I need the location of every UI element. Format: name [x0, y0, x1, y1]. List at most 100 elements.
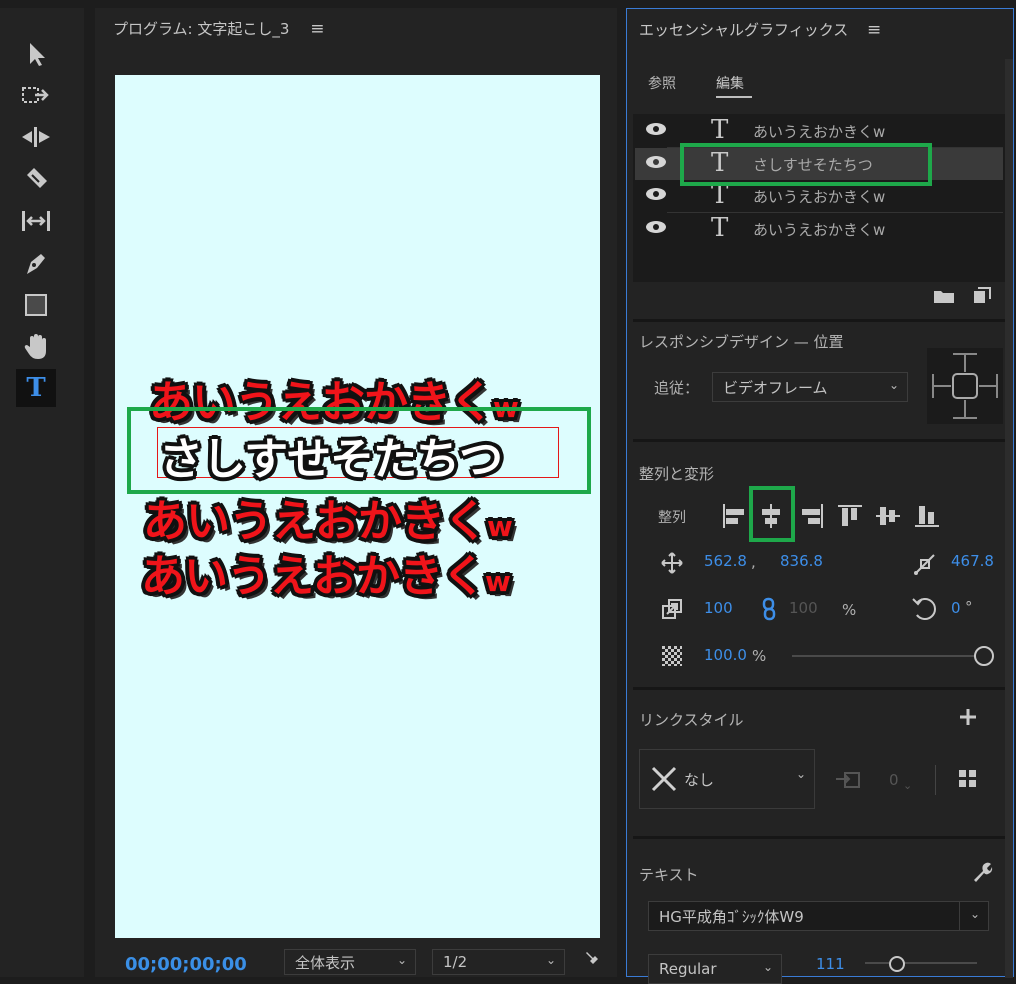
resolution-dropdown[interactable]: 1/2 ⌄	[432, 949, 565, 975]
wrench-icon[interactable]	[971, 861, 993, 887]
align-left-icon[interactable]	[721, 503, 747, 533]
font-size-slider-thumb[interactable]	[889, 956, 905, 972]
panel-title: エッセンシャルグラフィックス ≡	[639, 19, 881, 40]
follow-value: ビデオフレーム	[723, 378, 828, 397]
highlight-box-layer	[680, 143, 932, 186]
push-style-icon[interactable]	[835, 767, 861, 795]
caption-line-4[interactable]: あいうえおかきくw	[141, 540, 511, 604]
follow-dropdown[interactable]: ビデオフレーム ⌄	[712, 372, 908, 402]
anchor-point-icon	[913, 552, 937, 580]
scale-unit: %	[842, 601, 857, 619]
opacity-slider-track[interactable]	[792, 655, 984, 657]
opacity-value[interactable]: 100.0	[704, 646, 747, 664]
eye-icon[interactable]	[645, 187, 667, 201]
ripple-edit-icon[interactable]	[18, 119, 54, 155]
hand-icon[interactable]	[18, 329, 54, 365]
text-heading: テキスト	[639, 866, 699, 884]
position-y-value[interactable]: 836.8	[780, 552, 823, 570]
none-x-icon	[651, 766, 677, 792]
active-tab-underline	[716, 96, 752, 98]
chevron-down-icon: ⌄	[795, 767, 806, 781]
toolbar-divider	[935, 765, 936, 795]
chevron-down-icon[interactable]: ⌄	[903, 779, 912, 792]
panel-menu-icon[interactable]: ≡	[310, 19, 324, 39]
align-top-icon[interactable]	[837, 503, 863, 533]
video-canvas[interactable]: あいうえおかきくw さしすせそたちつ あいうえおかきくw あいうえおかきくw	[115, 75, 600, 938]
position-separator: ,	[751, 553, 756, 571]
align-bottom-icon[interactable]	[914, 503, 940, 533]
font-family-value: HG平成角ｺﾞｼｯｸ体W9	[659, 907, 804, 926]
new-folder-icon[interactable]	[933, 288, 955, 308]
link-style-heading: リンクスタイル	[639, 711, 744, 729]
anchor-value[interactable]: 467.8	[951, 552, 994, 570]
eye-icon[interactable]	[645, 122, 667, 136]
align-vertical-center-icon[interactable]	[875, 503, 901, 533]
layer-name: あいうえおかきくw	[753, 188, 886, 206]
text-layer-icon: T	[711, 115, 729, 145]
fit-dropdown[interactable]: 全体表示 ⌄	[284, 949, 416, 975]
layer-row[interactable]: T あいうえおかきくw	[635, 213, 1003, 245]
selection-tool-icon[interactable]	[18, 36, 54, 72]
slip-icon[interactable]	[18, 203, 54, 239]
essential-graphics-panel: エッセンシャルグラフィックス ≡ 参照 編集 T あいうえおかきくw T さしす…	[626, 8, 1014, 984]
pen-icon[interactable]	[18, 245, 54, 281]
scale-linked-value: 100	[789, 599, 818, 617]
rectangle-icon[interactable]	[18, 287, 54, 323]
eye-icon[interactable]	[645, 220, 667, 234]
position-x-value[interactable]: 562.8	[704, 552, 747, 570]
razor-icon[interactable]	[18, 161, 54, 197]
opacity-unit: %	[752, 647, 767, 665]
responsive-heading: レスポンシブデザイン — 位置	[639, 333, 844, 351]
plus-icon[interactable]	[959, 708, 977, 730]
chevron-down-icon: ⌄	[545, 953, 556, 967]
tools-panel: T	[0, 8, 84, 977]
track-select-icon[interactable]	[18, 77, 54, 113]
caption-suffix: w	[487, 510, 513, 543]
tab-browse[interactable]: 参照	[648, 73, 676, 93]
caption-suffix: w	[485, 565, 511, 598]
caption-text: あいうえおかきく	[141, 551, 486, 602]
align-right-icon[interactable]	[799, 503, 825, 533]
chevron-down-icon: ⌄	[888, 378, 899, 392]
font-style-value: Regular	[659, 960, 717, 978]
align-heading: 整列と変形	[639, 465, 715, 483]
dropdown-divider	[959, 902, 960, 930]
font-style-dropdown[interactable]: Regular ⌄	[648, 954, 782, 984]
resolution-value: 1/2	[443, 953, 468, 971]
layer-name: あいうえおかきくw	[753, 221, 886, 239]
scale-icon	[661, 598, 683, 624]
pin-to-widget[interactable]	[927, 348, 1003, 424]
wrench-icon[interactable]	[584, 950, 600, 972]
new-layer-icon[interactable]	[973, 287, 991, 309]
opacity-slider-thumb[interactable]	[974, 646, 994, 666]
section-divider	[633, 439, 1005, 442]
panel-title: プログラム: 文字起こし_3 ≡	[113, 18, 324, 39]
section-divider	[633, 836, 1005, 839]
link-icon[interactable]	[761, 597, 777, 625]
panel-menu-icon[interactable]: ≡	[867, 20, 881, 40]
eye-icon[interactable]	[645, 155, 667, 169]
font-size-value[interactable]: 111	[816, 955, 845, 973]
layer-name: あいうえおかきくw	[753, 123, 886, 141]
opacity-icon	[662, 646, 682, 670]
follow-label: 追従：	[654, 379, 700, 397]
link-style-dropdown[interactable]: なし ⌄	[639, 749, 815, 809]
scrollbar[interactable]	[1005, 59, 1013, 978]
font-family-dropdown[interactable]: HG平成角ｺﾞｼｯｸ体W9 ⌄	[648, 901, 989, 931]
chevron-down-icon: ⌄	[396, 953, 407, 967]
type-icon[interactable]: T	[16, 369, 56, 407]
playhead-timecode[interactable]: 00;00;00;00	[125, 954, 247, 975]
text-layer-icon: T	[711, 213, 729, 243]
font-size-slider-track[interactable]	[865, 962, 977, 964]
tab-edit[interactable]: 編集	[716, 73, 744, 93]
grid-icon[interactable]	[958, 769, 978, 793]
scale-value[interactable]: 100	[704, 599, 733, 617]
link-count-value: 0	[889, 771, 899, 789]
align-label: 整列	[658, 510, 686, 526]
highlight-box-caption	[127, 407, 591, 494]
rotation-value[interactable]: 0	[951, 599, 961, 617]
chevron-down-icon: ⌄	[969, 907, 980, 921]
rotation-icon	[912, 596, 938, 626]
link-style-value: なし	[684, 770, 715, 789]
section-divider	[633, 319, 1005, 322]
